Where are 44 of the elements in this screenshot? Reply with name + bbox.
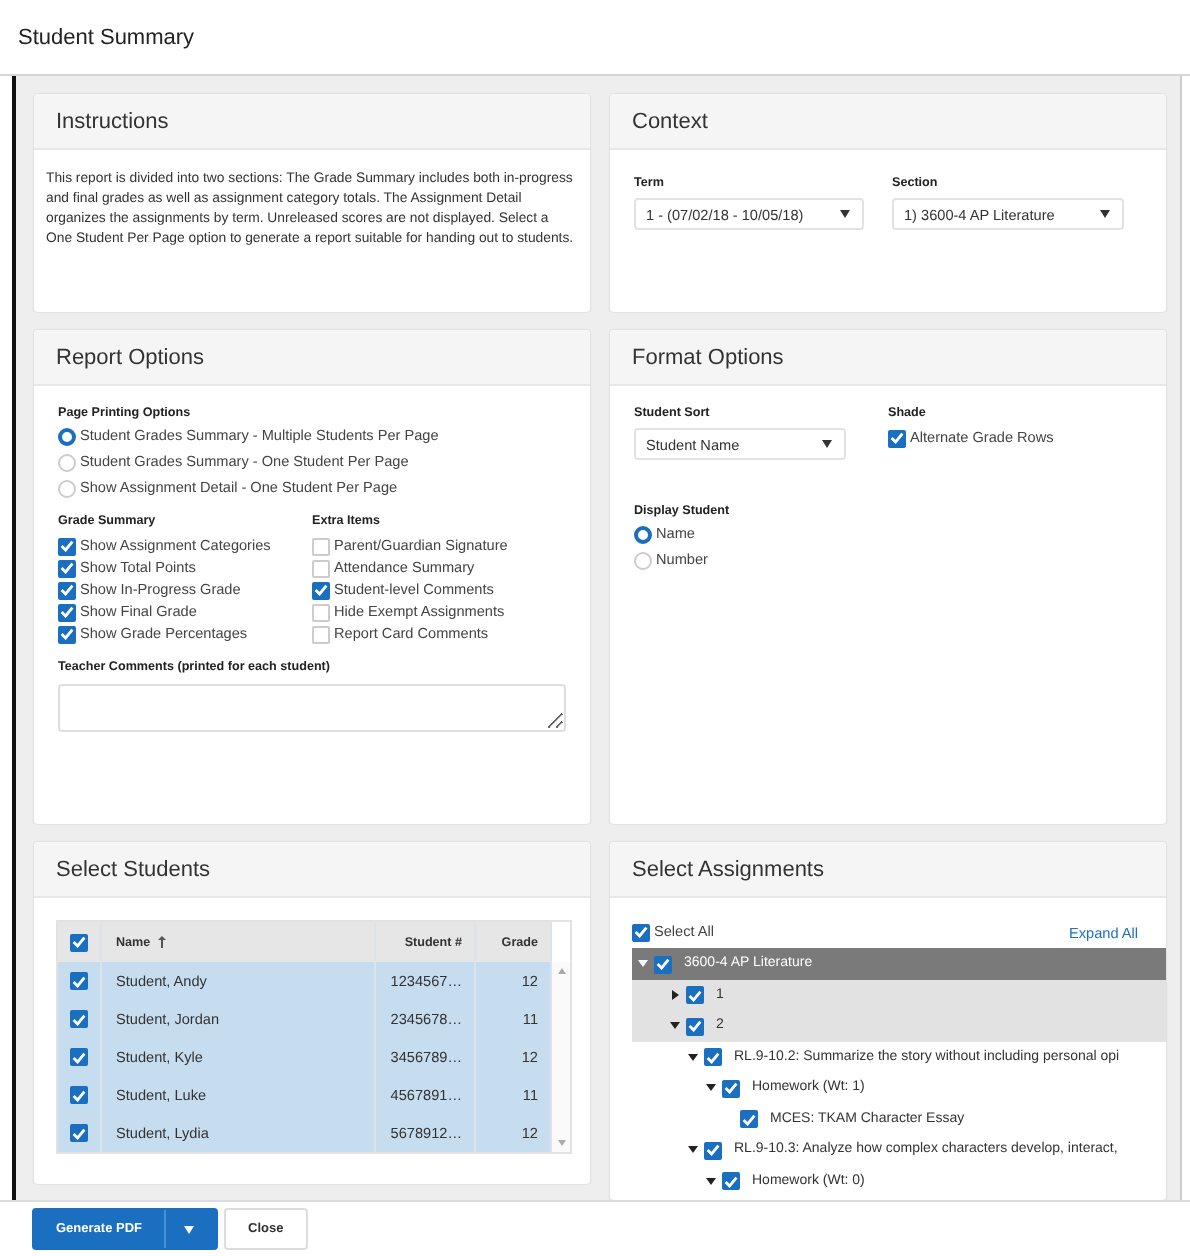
panel-title: Report Options: [56, 345, 204, 369]
toggle-icon[interactable]: [688, 1144, 698, 1155]
panel-title: Context: [632, 109, 708, 133]
checkbox[interactable]: [58, 581, 76, 599]
checkbox[interactable]: [70, 1124, 88, 1143]
toggle-icon[interactable]: [670, 989, 680, 1000]
checkbox[interactable]: [70, 1086, 88, 1105]
panel-title: Instructions: [56, 109, 169, 133]
checkbox[interactable]: [632, 923, 650, 941]
panel-title: Select Students: [56, 857, 211, 881]
sort-arrow-icon: [158, 936, 167, 948]
checkbox[interactable]: [654, 955, 672, 973]
dropdown-caret-icon: [184, 1225, 194, 1233]
checkbox[interactable]: [888, 429, 906, 447]
checkbox[interactable]: [704, 1141, 722, 1159]
checkbox[interactable]: [58, 537, 76, 555]
checkbox[interactable]: [686, 986, 704, 1004]
caret-icon: [1100, 210, 1110, 218]
toggle-icon[interactable]: [706, 1175, 716, 1186]
caret-icon: [822, 440, 832, 448]
checkbox[interactable]: [70, 1048, 88, 1067]
toggle-icon[interactable]: [706, 1082, 716, 1093]
checkbox[interactable]: [58, 603, 76, 621]
checkbox[interactable]: [70, 1010, 88, 1029]
checkbox[interactable]: [70, 933, 88, 952]
toggle-icon[interactable]: [638, 958, 648, 969]
radio-button[interactable]: [58, 427, 76, 445]
checkbox[interactable]: [704, 1048, 722, 1066]
caret-icon: [840, 210, 850, 218]
checkbox[interactable]: [722, 1172, 740, 1190]
panel-title: Select Assignments: [632, 857, 824, 881]
window-title: Student Summary: [18, 25, 195, 49]
checkbox[interactable]: [58, 625, 76, 643]
panel-title: Format Options: [632, 345, 784, 369]
checkbox[interactable]: [740, 1110, 758, 1128]
checkbox[interactable]: [312, 581, 330, 599]
checkbox[interactable]: [58, 559, 76, 577]
comments-field[interactable]: [58, 684, 566, 732]
checkbox[interactable]: [686, 1017, 704, 1035]
checkbox[interactable]: [722, 1079, 740, 1097]
radio-button[interactable]: [634, 525, 652, 543]
checkbox[interactable]: [70, 972, 88, 991]
toggle-icon[interactable]: [670, 1020, 680, 1031]
toggle-icon[interactable]: [688, 1051, 698, 1062]
